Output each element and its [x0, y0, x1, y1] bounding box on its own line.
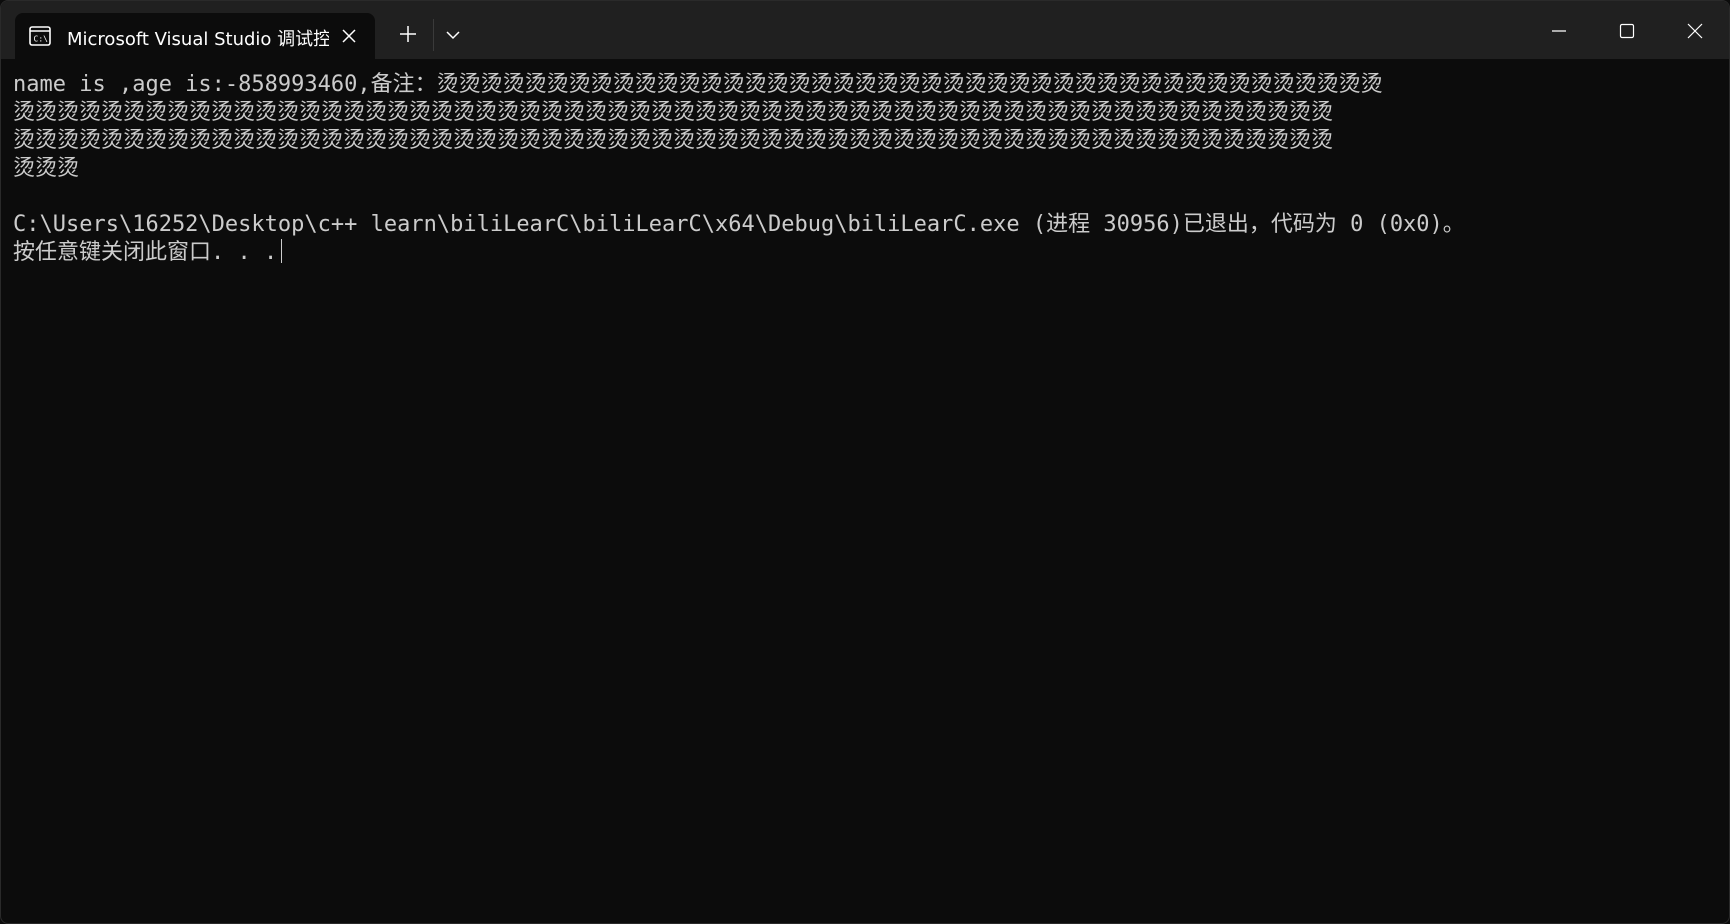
close-icon	[1687, 23, 1703, 39]
plus-icon[interactable]	[395, 21, 421, 47]
close-tab-icon[interactable]	[337, 24, 361, 48]
console-line: name is ,age is:-858993460,备注：烫烫烫烫烫烫烫烫烫烫…	[13, 72, 1383, 97]
console-output[interactable]: name is ,age is:-858993460,备注：烫烫烫烫烫烫烫烫烫烫…	[13, 71, 1713, 911]
console-line: 烫烫烫烫烫烫烫烫烫烫烫烫烫烫烫烫烫烫烫烫烫烫烫烫烫烫烫烫烫烫烫烫烫烫烫烫烫烫烫烫…	[13, 128, 1334, 153]
console-line: 烫烫烫烫烫烫烫烫烫烫烫烫烫烫烫烫烫烫烫烫烫烫烫烫烫烫烫烫烫烫烫烫烫烫烫烫烫烫烫烫…	[13, 100, 1334, 125]
minimize-icon	[1552, 30, 1566, 32]
maximize-icon	[1619, 23, 1635, 39]
title-bar: C:\ Microsoft Visual Studio 调试控制台	[1, 1, 1729, 59]
close-window-button[interactable]	[1661, 1, 1729, 59]
tab-title: Microsoft Visual Studio 调试控制台	[67, 29, 329, 50]
console-prompt-text: 按任意键关闭此窗口. . .	[13, 240, 278, 265]
maximize-button[interactable]	[1593, 1, 1661, 59]
tab-debug-console[interactable]: C:\ Microsoft Visual Studio 调试控制台	[15, 13, 375, 59]
console-icon: C:\	[29, 26, 51, 46]
console-line: 烫烫烫	[13, 156, 80, 181]
chevron-down-icon[interactable]	[441, 23, 465, 47]
console-line: 按任意键关闭此窗口. . .	[13, 239, 1713, 267]
terminal-window: C:\ Microsoft Visual Studio 调试控制台	[0, 0, 1730, 924]
svg-text:C:\: C:\	[34, 35, 49, 44]
text-cursor	[281, 239, 283, 263]
minimize-button[interactable]	[1525, 1, 1593, 59]
console-line: C:\Users\16252\Desktop\c++ learn\biliLea…	[13, 212, 1465, 237]
tab-separator	[433, 19, 434, 51]
